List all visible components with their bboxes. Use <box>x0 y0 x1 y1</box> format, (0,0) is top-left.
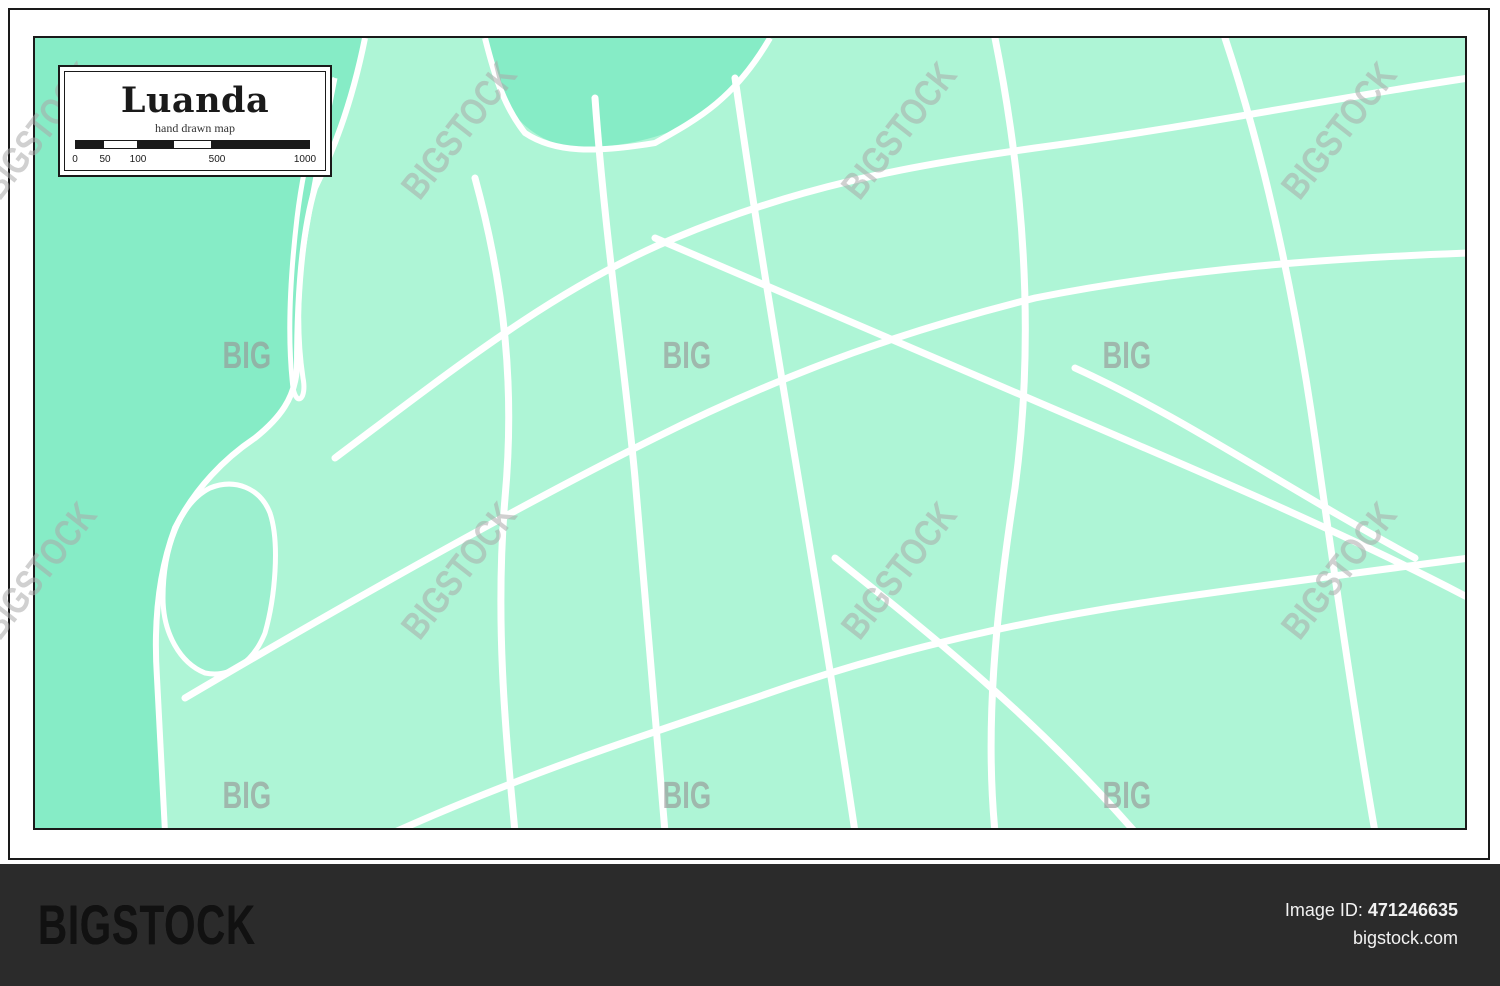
scale-label: 100 <box>129 154 147 165</box>
scale-segment <box>173 141 212 148</box>
scale-segment <box>103 141 137 148</box>
footer-bar: BIGSTOCK Image ID: 471246635 bigstock.co… <box>0 864 1500 986</box>
scale-segment <box>76 141 104 148</box>
site-link[interactable]: bigstock.com <box>1353 928 1458 949</box>
scale-label: 1000 <box>293 154 317 165</box>
scale-label: 0 <box>72 154 78 165</box>
scale-segment <box>211 141 309 148</box>
image-id: Image ID: 471246635 <box>1285 900 1458 921</box>
scale-label: 50 <box>99 154 111 165</box>
map-title: Luanda <box>120 80 270 121</box>
scale-bar <box>75 140 310 149</box>
image-id-label: Image ID: <box>1284 900 1363 920</box>
map-subtitle: hand drawn map <box>155 121 235 135</box>
scale-segment <box>136 141 174 148</box>
scale-label: 500 <box>208 154 226 165</box>
image-id-number: 471246635 <box>1367 900 1458 920</box>
map-legend: Luanda hand drawn map 0 50 100 500 1000 <box>58 65 332 177</box>
bigstock-logo[interactable]: BIGSTOCK <box>38 892 256 957</box>
legend-inner-border: Luanda hand drawn map 0 50 100 500 1000 <box>64 71 326 171</box>
